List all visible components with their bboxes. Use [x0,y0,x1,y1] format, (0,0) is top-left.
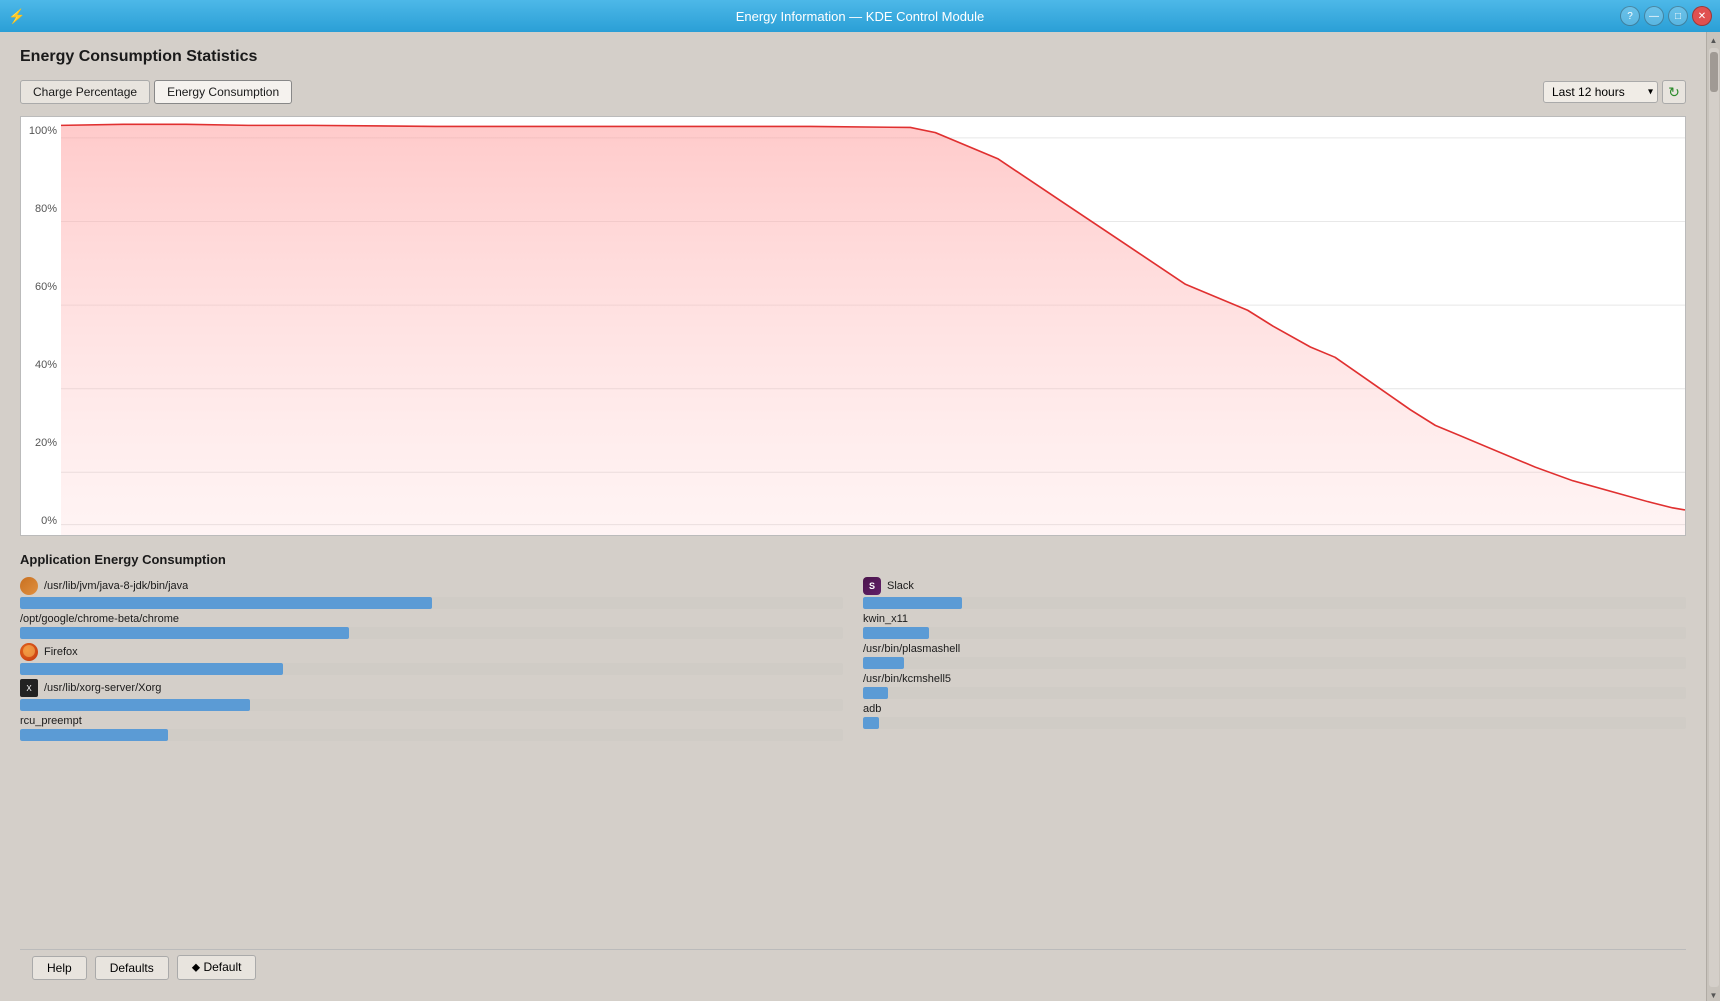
app-bar-wrap [20,597,843,609]
app-item-header: X /usr/lib/xorg-server/Xorg [20,679,843,697]
app-bar [20,597,432,609]
app-item-header: /usr/bin/kcmshell5 [863,673,1686,685]
app-bar-wrap [863,687,1686,699]
app-bar-wrap [20,663,843,675]
page-title: Energy Consumption Statistics [20,48,1686,66]
chart-area: 100% 80% 60% 40% 20% 0% [20,116,1686,536]
app-bar [863,657,904,669]
app-name: adb [863,703,881,715]
app-list-right: S Slack kwin_ [863,577,1686,745]
main-layout: Energy Consumption Statistics Charge Per… [0,32,1720,1001]
app-name: /usr/lib/xorg-server/Xorg [44,682,161,694]
app-list-left: /usr/lib/jvm/java-8-jdk/bin/java /opt/go… [20,577,843,745]
time-selector[interactable]: Last 30 minutes Last hour Last 2 hours L… [1543,81,1658,103]
chart-y-axis: 100% 80% 60% 40% 20% 0% [21,117,61,535]
app-bar [20,729,168,741]
list-item: adb [863,703,1686,729]
app-item-header: kwin_x11 [863,613,1686,625]
titlebar-left: ⚡ [8,8,25,25]
app-bar-wrap [20,699,843,711]
maximize-button[interactable]: □ [1668,6,1688,26]
list-item: /usr/bin/plasmashell [863,643,1686,669]
help-button[interactable]: ? [1620,6,1640,26]
default-button[interactable]: ⬥ Default [177,955,257,980]
app-bar-wrap [863,657,1686,669]
firefox-icon [20,643,38,661]
list-item: /usr/bin/kcmshell5 [863,673,1686,699]
titlebar-buttons: ? — □ ✕ [1620,6,1712,26]
xorg-icon: X [20,679,38,697]
app-icon: ⚡ [8,8,25,25]
app-name: Firefox [44,646,78,658]
app-name: kwin_x11 [863,613,908,625]
y-label-60: 60% [35,281,57,293]
app-name: /opt/google/chrome-beta/chrome [20,613,179,625]
close-button[interactable]: ✕ [1692,6,1712,26]
scrollbar[interactable]: ▲ ▼ [1706,32,1720,1001]
bottom-bar: Help Defaults ⬥ Default [20,949,1686,985]
help-bottom-button[interactable]: Help [32,956,87,980]
app-bar [863,687,888,699]
app-bar [20,627,349,639]
list-item: X /usr/lib/xorg-server/Xorg [20,679,843,711]
y-label-20: 20% [35,437,57,449]
tab-row: Charge Percentage Energy Consumption Las… [20,80,1686,104]
app-bar-wrap [863,717,1686,729]
titlebar: ⚡ Energy Information — KDE Control Modul… [0,0,1720,32]
list-item: /usr/lib/jvm/java-8-jdk/bin/java [20,577,843,609]
app-item-header: /usr/lib/jvm/java-8-jdk/bin/java [20,577,843,595]
content-area: Energy Consumption Statistics Charge Per… [0,32,1706,1001]
y-label-0: 0% [41,515,57,527]
app-item-header: Firefox [20,643,843,661]
y-label-100: 100% [29,125,57,137]
java-icon [20,577,38,595]
list-item: kwin_x11 [863,613,1686,639]
app-name: rcu_preempt [20,715,82,727]
app-name: /usr/lib/jvm/java-8-jdk/bin/java [44,580,188,592]
scroll-thumb[interactable] [1710,52,1718,92]
app-bar-wrap [20,627,843,639]
tab-energy-consumption[interactable]: Energy Consumption [154,80,292,104]
refresh-button[interactable]: ↻ [1662,80,1686,104]
app-name: Slack [887,580,914,592]
app-name: /usr/bin/plasmashell [863,643,960,655]
app-bar [863,717,879,729]
list-item: S Slack [863,577,1686,609]
y-label-40: 40% [35,359,57,371]
slack-icon: S [863,577,881,595]
app-item-header: rcu_preempt [20,715,843,727]
main-content: Energy Consumption Statistics Charge Per… [0,32,1706,1001]
chart-canvas-wrap [61,117,1685,535]
app-item-header: adb [863,703,1686,715]
app-bar-wrap [863,597,1686,609]
app-bar [20,699,250,711]
scroll-up-arrow[interactable]: ▲ [1708,34,1720,46]
app-item-header: S Slack [863,577,1686,595]
minimize-button[interactable]: — [1644,6,1664,26]
main-window: ⚡ Energy Information — KDE Control Modul… [0,0,1720,1001]
app-name: /usr/bin/kcmshell5 [863,673,951,685]
app-consumption-section: Application Energy Consumption /usr/lib/… [20,552,1686,949]
tab-charge-percentage[interactable]: Charge Percentage [20,80,150,104]
defaults-button[interactable]: Defaults [95,956,169,980]
app-bar [863,627,929,639]
app-bar [863,597,962,609]
list-item: rcu_preempt [20,715,843,741]
y-label-80: 80% [35,203,57,215]
app-bar-wrap [20,729,843,741]
app-consumption-title: Application Energy Consumption [20,552,1686,567]
app-item-header: /usr/bin/plasmashell [863,643,1686,655]
window-title: Energy Information — KDE Control Module [736,9,985,24]
app-bar-wrap [863,627,1686,639]
charge-chart-svg [61,117,1685,535]
time-select-wrapper: Last 30 minutes Last hour Last 2 hours L… [1543,81,1658,103]
time-selector-wrap: Last 30 minutes Last hour Last 2 hours L… [1543,80,1686,104]
scroll-track[interactable] [1709,48,1719,987]
scroll-down-arrow[interactable]: ▼ [1708,989,1720,1001]
list-item: Firefox [20,643,843,675]
app-item-header: /opt/google/chrome-beta/chrome [20,613,843,625]
list-item: /opt/google/chrome-beta/chrome [20,613,843,639]
app-grid: /usr/lib/jvm/java-8-jdk/bin/java /opt/go… [20,577,1686,745]
app-bar [20,663,283,675]
